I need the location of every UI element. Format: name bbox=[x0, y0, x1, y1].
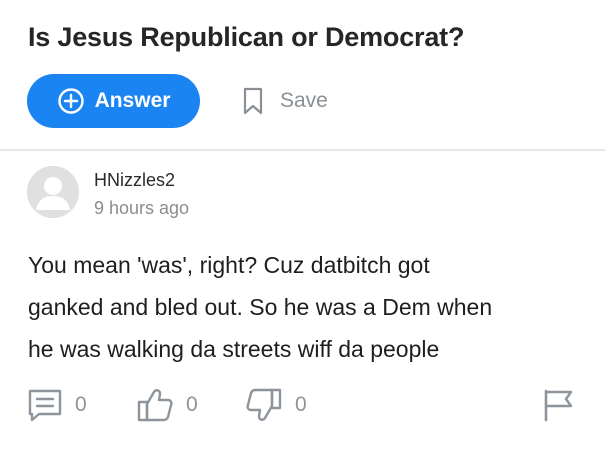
flag-icon bbox=[541, 387, 575, 423]
downvote-button[interactable]: 0 bbox=[245, 387, 307, 423]
comments-count: 0 bbox=[75, 393, 87, 416]
answer-button-label: Answer bbox=[94, 89, 171, 112]
answer-line: You mean 'was', right? Cuz datbitch got bbox=[28, 252, 430, 278]
comment-icon bbox=[27, 388, 63, 422]
save-button-label: Save bbox=[280, 89, 328, 112]
avatar[interactable] bbox=[27, 166, 79, 218]
answer-line: he was walking da streets wiff da people bbox=[28, 336, 440, 362]
upvote-button[interactable]: 0 bbox=[136, 387, 198, 423]
report-button[interactable] bbox=[541, 387, 575, 423]
answer-line: ganked and bled out. So he was a Dem whe… bbox=[28, 294, 493, 320]
thumbs-up-icon bbox=[136, 387, 174, 423]
save-button[interactable]: Save bbox=[242, 84, 328, 118]
comments-button[interactable]: 0 bbox=[27, 387, 87, 423]
avatar-placeholder-icon bbox=[27, 166, 79, 218]
bookmark-icon bbox=[242, 86, 264, 116]
divider bbox=[0, 149, 605, 151]
answer-button[interactable]: Answer bbox=[27, 74, 200, 128]
answer-timestamp: 9 hours ago bbox=[94, 198, 190, 218]
thumbs-down-icon bbox=[245, 387, 283, 423]
upvotes-count: 0 bbox=[186, 393, 198, 416]
downvotes-count: 0 bbox=[295, 393, 307, 416]
author-name[interactable]: HNizzles2 bbox=[94, 170, 175, 191]
answer-body: You mean 'was', right? Cuz datbitch got … bbox=[28, 244, 588, 370]
question-title: Is Jesus Republican or Democrat? bbox=[28, 22, 465, 52]
plus-circle-icon bbox=[57, 87, 85, 115]
